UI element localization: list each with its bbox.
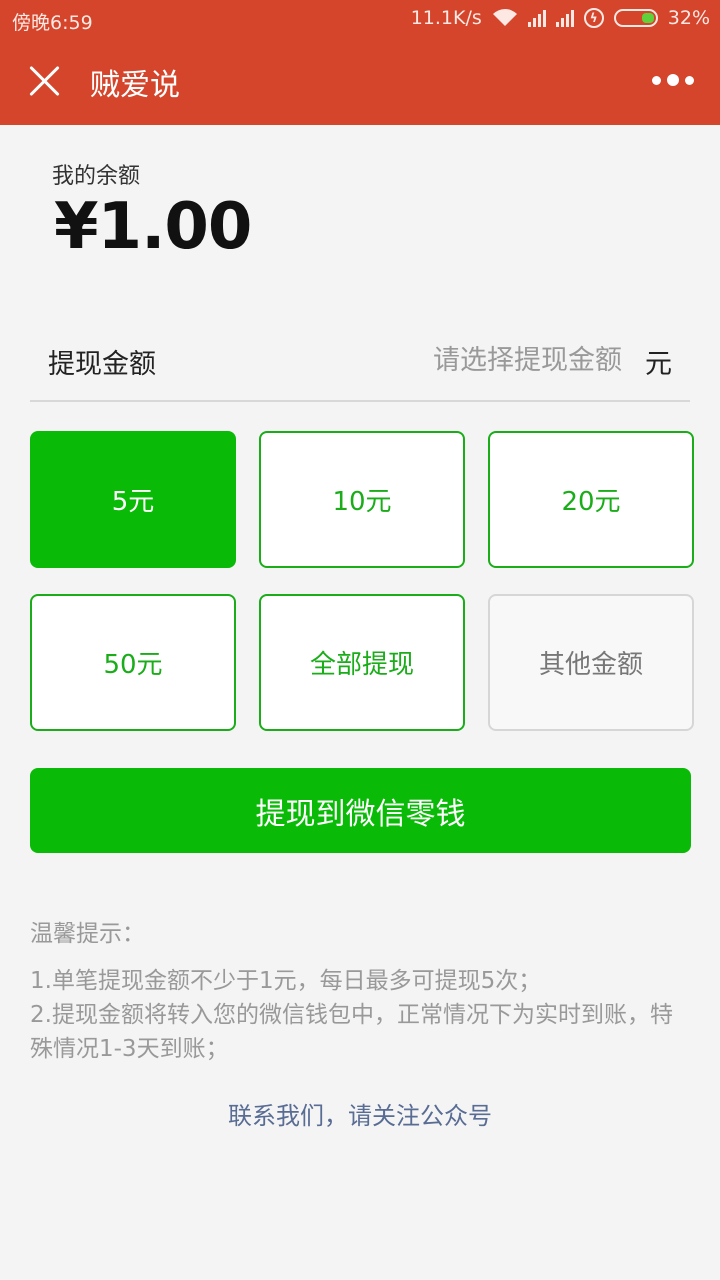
status-time: 傍晚6:59: [12, 12, 93, 34]
nav-bar: 贼爱说: [0, 40, 720, 125]
amount-option-20[interactable]: 20元: [488, 431, 694, 568]
withdraw-amount-label: 提现金额: [48, 349, 156, 380]
amount-option-5[interactable]: 5元: [30, 431, 236, 568]
top-bar: 傍晚6:59 11.1K/s ϟ 32% 贼爱说: [0, 0, 720, 125]
withdraw-amount-row: 提现金额 元: [30, 330, 690, 402]
tip-line-2: 2.提现金额将转入您的微信钱包中，正常情况下为实时到账，特殊情况1-3天到账；: [30, 1002, 673, 1062]
withdraw-amount-input[interactable]: [362, 340, 622, 380]
charging-icon: ϟ: [583, 8, 604, 28]
close-icon[interactable]: [26, 62, 64, 100]
network-speed: 11.1K/s: [410, 7, 482, 29]
battery-icon: [613, 9, 658, 27]
more-options-icon[interactable]: [652, 74, 694, 86]
balance-amount: ¥1.00: [54, 190, 252, 264]
page-title: 贼爱说: [90, 68, 180, 103]
amount-option-50[interactable]: 50元: [30, 594, 236, 731]
balance-label: 我的余额: [52, 164, 141, 189]
status-bar: 傍晚6:59 11.1K/s ϟ 32%: [0, 0, 720, 40]
signal-icon: [527, 9, 546, 27]
status-icons: 11.1K/s ϟ 32%: [411, 7, 710, 29]
withdraw-submit-button[interactable]: 提现到微信零钱: [30, 768, 691, 853]
battery-percent: 32%: [667, 7, 710, 29]
wifi-icon: [492, 9, 517, 26]
amount-option-other[interactable]: 其他金额: [488, 594, 694, 731]
amount-option-10[interactable]: 10元: [259, 431, 465, 568]
tips-text: 1.单笔提现金额不少于1元，每日最多可提现5次； 2.提现金额将转入您的微信钱包…: [30, 964, 690, 1066]
amount-option-all[interactable]: 全部提现: [259, 594, 465, 731]
tips-title: 温馨提示：: [30, 921, 145, 947]
signal-icon-2: [555, 9, 574, 27]
contact-us-link[interactable]: 联系我们，请关注公众号: [0, 1096, 720, 1131]
tip-line-1: 1.单笔提现金额不少于1元，每日最多可提现5次；: [30, 968, 542, 994]
currency-unit: 元: [645, 349, 672, 380]
